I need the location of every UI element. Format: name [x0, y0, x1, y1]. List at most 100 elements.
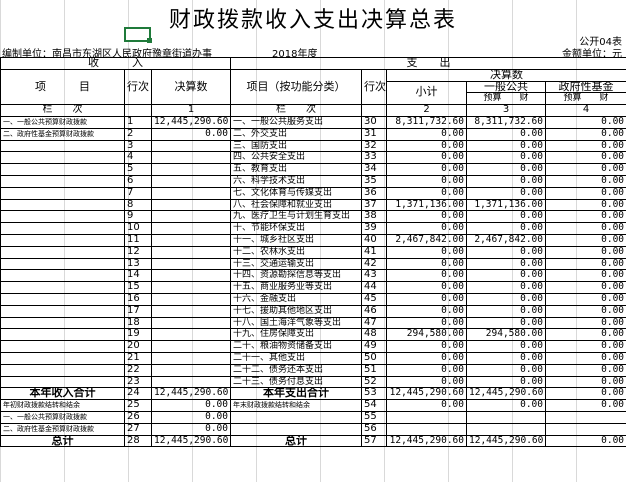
- line-no[interactable]: 2: [124, 127, 152, 141]
- income-amount[interactable]: [151, 304, 231, 318]
- income-total-label[interactable]: 本年收入合计: [0, 387, 125, 401]
- income-amount[interactable]: [151, 233, 231, 247]
- expense-gov-fund[interactable]: 0.00: [544, 363, 626, 377]
- empty-cell[interactable]: [466, 410, 546, 424]
- expense-general-public[interactable]: 1,371,136.00: [466, 198, 546, 212]
- expense-subtotal[interactable]: 0.00: [386, 127, 467, 141]
- expense-item-label[interactable]: 二十、粮油物资储备支出: [230, 340, 362, 353]
- grand-total-left-label[interactable]: 总计: [0, 434, 125, 448]
- expense-gov-fund[interactable]: 0.00: [544, 304, 626, 318]
- empty-cell[interactable]: [386, 410, 467, 424]
- expense-item-label[interactable]: 四、公共安全支出: [230, 151, 362, 165]
- income-amount[interactable]: [151, 139, 231, 153]
- line-no[interactable]: 38: [361, 210, 387, 224]
- income-amount[interactable]: [151, 222, 231, 235]
- expense-item-label[interactable]: 十四、资源勘探信息等支出: [230, 269, 362, 283]
- empty-cell[interactable]: [230, 410, 362, 424]
- empty-cell[interactable]: [544, 410, 626, 424]
- expense-subtotal[interactable]: 0.00: [386, 210, 467, 224]
- expense-gov-fund[interactable]: 0.00: [544, 151, 626, 165]
- carry-out-general[interactable]: 0.00: [466, 399, 546, 412]
- budget-fin2-header[interactable]: 预算 财: [544, 92, 626, 106]
- expense-gov-fund[interactable]: 0.00: [544, 186, 626, 200]
- expense-item-label[interactable]: 十、节能环保支出: [230, 222, 362, 235]
- income-item-label[interactable]: [0, 351, 125, 365]
- line-no[interactable]: 12: [124, 245, 152, 259]
- line-no[interactable]: 11: [124, 233, 152, 247]
- line-no[interactable]: 45: [361, 292, 387, 306]
- line-no[interactable]: 5: [124, 163, 152, 176]
- expense-subtotal[interactable]: 0.00: [386, 363, 467, 377]
- expense-gov-fund[interactable]: 0.00: [544, 316, 626, 330]
- grand-total-fund[interactable]: 0.00: [544, 434, 626, 448]
- income-item-label[interactable]: 一、一般公共预算财政拨款: [0, 115, 125, 129]
- line-no[interactable]: 31: [361, 127, 387, 141]
- expense-general-public[interactable]: 0.00: [466, 257, 546, 271]
- line-no[interactable]: 18: [124, 316, 152, 330]
- line-no[interactable]: 7: [124, 186, 152, 200]
- carry-out-label[interactable]: 年末财政拨款结转和结余: [230, 399, 362, 412]
- expense-item-label[interactable]: 八、社会保障和就业支出: [230, 198, 362, 212]
- income-item-label[interactable]: [0, 233, 125, 247]
- line-no[interactable]: 8: [124, 198, 152, 212]
- expense-item-label[interactable]: 二、外交支出: [230, 127, 362, 141]
- line-no[interactable]: 22: [124, 363, 152, 377]
- carry-out-fund[interactable]: 0.00: [544, 399, 626, 412]
- expense-general-public[interactable]: 0.00: [466, 127, 546, 141]
- line-no[interactable]: 49: [361, 340, 387, 353]
- expense-gov-fund[interactable]: 0.00: [544, 174, 626, 188]
- expense-general-public[interactable]: 0.00: [466, 351, 546, 365]
- expense-total-fund[interactable]: 0.00: [544, 387, 626, 401]
- carry-in-label[interactable]: 年初财政拨款结转和结余: [0, 399, 125, 412]
- expense-general-public[interactable]: 0.00: [466, 186, 546, 200]
- line-no[interactable]: 55: [361, 410, 387, 424]
- income-item-label[interactable]: [0, 328, 125, 342]
- expense-general-public[interactable]: 0.00: [466, 139, 546, 153]
- line-no[interactable]: 47: [361, 316, 387, 330]
- expense-general-public[interactable]: 0.00: [466, 245, 546, 259]
- expense-item-label[interactable]: 十二、农林水支出: [230, 245, 362, 259]
- expense-item-label[interactable]: 五、教育支出: [230, 163, 362, 176]
- expense-subtotal[interactable]: 0.00: [386, 316, 467, 330]
- carry-in-amount[interactable]: 0.00: [151, 399, 231, 412]
- income-item-label[interactable]: [0, 174, 125, 188]
- expense-item-label[interactable]: 一、一般公共服务支出: [230, 115, 362, 129]
- line-no[interactable]: 20: [124, 340, 152, 353]
- expense-item-label[interactable]: 十七、援助其他地区支出: [230, 304, 362, 318]
- line-no[interactable]: 15: [124, 281, 152, 294]
- income-item-label[interactable]: [0, 163, 125, 176]
- income-amount[interactable]: [151, 245, 231, 259]
- expense-subtotal[interactable]: 0.00: [386, 281, 467, 294]
- carry-in-general-label[interactable]: 一、一般公共预算财政拨款: [0, 410, 125, 424]
- expense-subtotal[interactable]: 0.00: [386, 222, 467, 235]
- expense-item-label[interactable]: 三、国防支出: [230, 139, 362, 153]
- expense-general-public[interactable]: 0.00: [466, 269, 546, 283]
- fill-handle[interactable]: [147, 38, 152, 43]
- income-item-label[interactable]: 二、政府性基金预算财政拨款: [0, 127, 125, 141]
- line-no[interactable]: 40: [361, 233, 387, 247]
- line-no[interactable]: 57: [361, 434, 387, 448]
- col-index-1[interactable]: 1: [151, 104, 231, 117]
- expense-total-label[interactable]: 本年支出合计: [230, 387, 362, 401]
- expense-item-label[interactable]: 六、科学技术支出: [230, 174, 362, 188]
- expense-subtotal[interactable]: 0.00: [386, 292, 467, 306]
- income-amount[interactable]: [151, 269, 231, 283]
- expense-subtotal[interactable]: 0.00: [386, 257, 467, 271]
- expense-subtotal[interactable]: 0.00: [386, 139, 467, 153]
- expense-general-public[interactable]: 0.00: [466, 316, 546, 330]
- expense-gov-fund[interactable]: 0.00: [544, 210, 626, 224]
- expense-item-label[interactable]: 七、文化体育与传媒支出: [230, 186, 362, 200]
- income-amount[interactable]: 12,445,290.60: [151, 115, 231, 129]
- income-amount[interactable]: [151, 198, 231, 212]
- income-amount[interactable]: [151, 292, 231, 306]
- expense-general-public[interactable]: 8,311,732.60: [466, 115, 546, 129]
- income-amount[interactable]: [151, 375, 231, 389]
- expense-item-label[interactable]: 十三、交通运输支出: [230, 257, 362, 271]
- expense-subtotal[interactable]: 0.00: [386, 375, 467, 389]
- line-no[interactable]: 56: [361, 422, 387, 436]
- final-amount2-header[interactable]: 决算数: [385, 68, 626, 82]
- expense-gov-fund[interactable]: 0.00: [544, 245, 626, 259]
- line-no[interactable]: 37: [361, 198, 387, 212]
- expense-item-label[interactable]: 九、医疗卫生与计划生育支出: [230, 210, 362, 224]
- expense-total-general[interactable]: 12,445,290.60: [466, 387, 546, 401]
